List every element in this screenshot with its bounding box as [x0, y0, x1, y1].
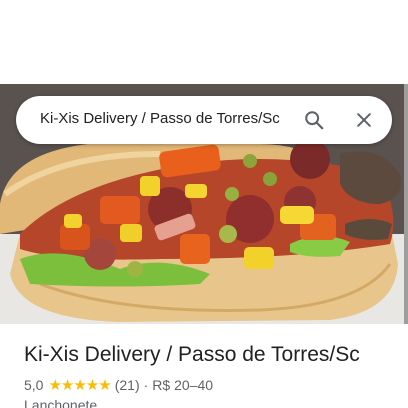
search-input[interactable]: Ki-Xis Delivery / Passo de Torres/Sc	[40, 110, 300, 127]
search-button[interactable]	[298, 104, 330, 136]
search-box[interactable]: Ki-Xis Delivery / Passo de Torres/Sc	[16, 96, 392, 144]
rating-value: 5,0	[24, 377, 44, 393]
close-icon	[357, 113, 371, 127]
meta-separator: ·	[143, 377, 149, 393]
search-icon	[305, 111, 324, 130]
scrollbar[interactable]	[404, 84, 408, 324]
clear-search-button[interactable]	[348, 104, 380, 136]
top-blank-area	[0, 0, 408, 84]
place-category: Lanchonete	[24, 397, 98, 408]
review-count[interactable]: (21)	[115, 377, 140, 393]
rating-stars: ★★★★★	[48, 377, 111, 394]
place-meta: 5,0 ★★★★★ (21) · R$ 20–40	[24, 376, 213, 394]
price-range: R$ 20–40	[152, 377, 214, 393]
place-title: Ki-Xis Delivery / Passo de Torres/Sc	[24, 343, 360, 366]
